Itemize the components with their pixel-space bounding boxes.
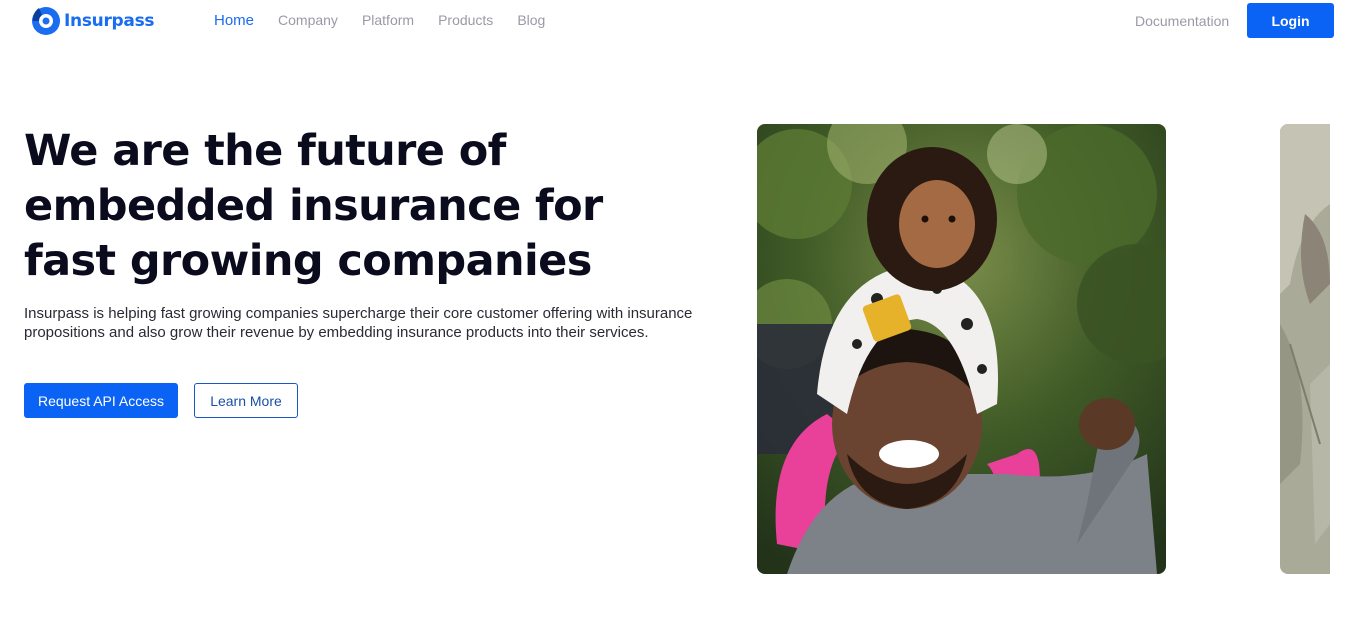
insurpass-logo-icon xyxy=(32,7,60,35)
top-navigation: Insurpass Home Company Platform Products… xyxy=(0,0,1348,42)
hero-description: Insurpass is helping fast growing compan… xyxy=(24,305,693,341)
nav-link-company[interactable]: Company xyxy=(278,12,338,29)
hero-title-line: We are the future of xyxy=(24,126,506,176)
hero-title-line: fast growing companies xyxy=(24,236,592,286)
login-button[interactable]: Login xyxy=(1247,3,1334,38)
nav-link-home[interactable]: Home xyxy=(214,12,254,29)
learn-more-button[interactable]: Learn More xyxy=(194,383,298,418)
logo[interactable]: Insurpass xyxy=(31,6,155,36)
hero-title: We are the future of embedded insurance … xyxy=(24,124,704,289)
hero-photo xyxy=(757,124,1166,574)
main-nav: Home Company Platform Products Blog xyxy=(214,12,569,29)
documentation-link[interactable]: Documentation xyxy=(1135,13,1229,29)
nav-link-products[interactable]: Products xyxy=(438,12,493,29)
secondary-photo xyxy=(1280,124,1330,574)
brand-name: Insurpass xyxy=(64,11,155,31)
hero-title-line: embedded insurance for xyxy=(24,181,603,231)
request-api-access-button[interactable]: Request API Access xyxy=(24,383,178,418)
nav-link-blog[interactable]: Blog xyxy=(517,12,545,29)
nav-link-platform[interactable]: Platform xyxy=(362,12,414,29)
